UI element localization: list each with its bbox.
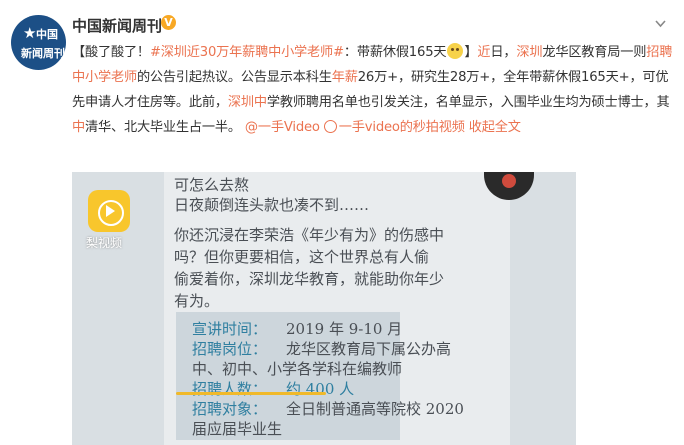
video-icon (323, 120, 337, 133)
recruitment-info-box: 宣讲时间： 2019 年 9-10 月 招聘岗位： 龙华区教育局下属公办高 中、… (176, 312, 464, 440)
collapse-link[interactable]: 收起全文 (469, 120, 521, 135)
author-name[interactable]: 中国新闻周刊 (72, 15, 162, 36)
record-icon (484, 172, 534, 200)
video-link[interactable]: 一手video的秒拍视频 (323, 120, 465, 135)
emoji-icon (447, 43, 464, 59)
star-icon: ★ (23, 24, 37, 42)
hashtag-link[interactable]: #深圳近30万年薪聘中小学老师# (150, 45, 344, 60)
avatar[interactable]: ★ 中国 新闻周刊 (11, 15, 66, 70)
chevron-down-icon[interactable] (653, 16, 668, 31)
video-author-link[interactable]: @一手Video (245, 120, 320, 135)
avatar-text-top: 中国 (36, 28, 58, 41)
post-text: 【酸了酸了！#深圳近30万年薪聘中小学老师#：带薪休假165天 】近日，深圳龙华区… (72, 43, 673, 135)
avatar-text-bottom: 新闻周刊 (21, 47, 65, 60)
video-player[interactable]: 梨视频 可怎么去熬 日夜颠倒连头款也凑不到…… 你还沉浸在李荣浩《年少有为》的伤… (72, 172, 576, 445)
play-logo-icon (88, 190, 130, 232)
highlight-underline (176, 392, 326, 395)
video-watermark: 梨视频 (86, 236, 123, 250)
verified-icon: V (161, 15, 176, 30)
